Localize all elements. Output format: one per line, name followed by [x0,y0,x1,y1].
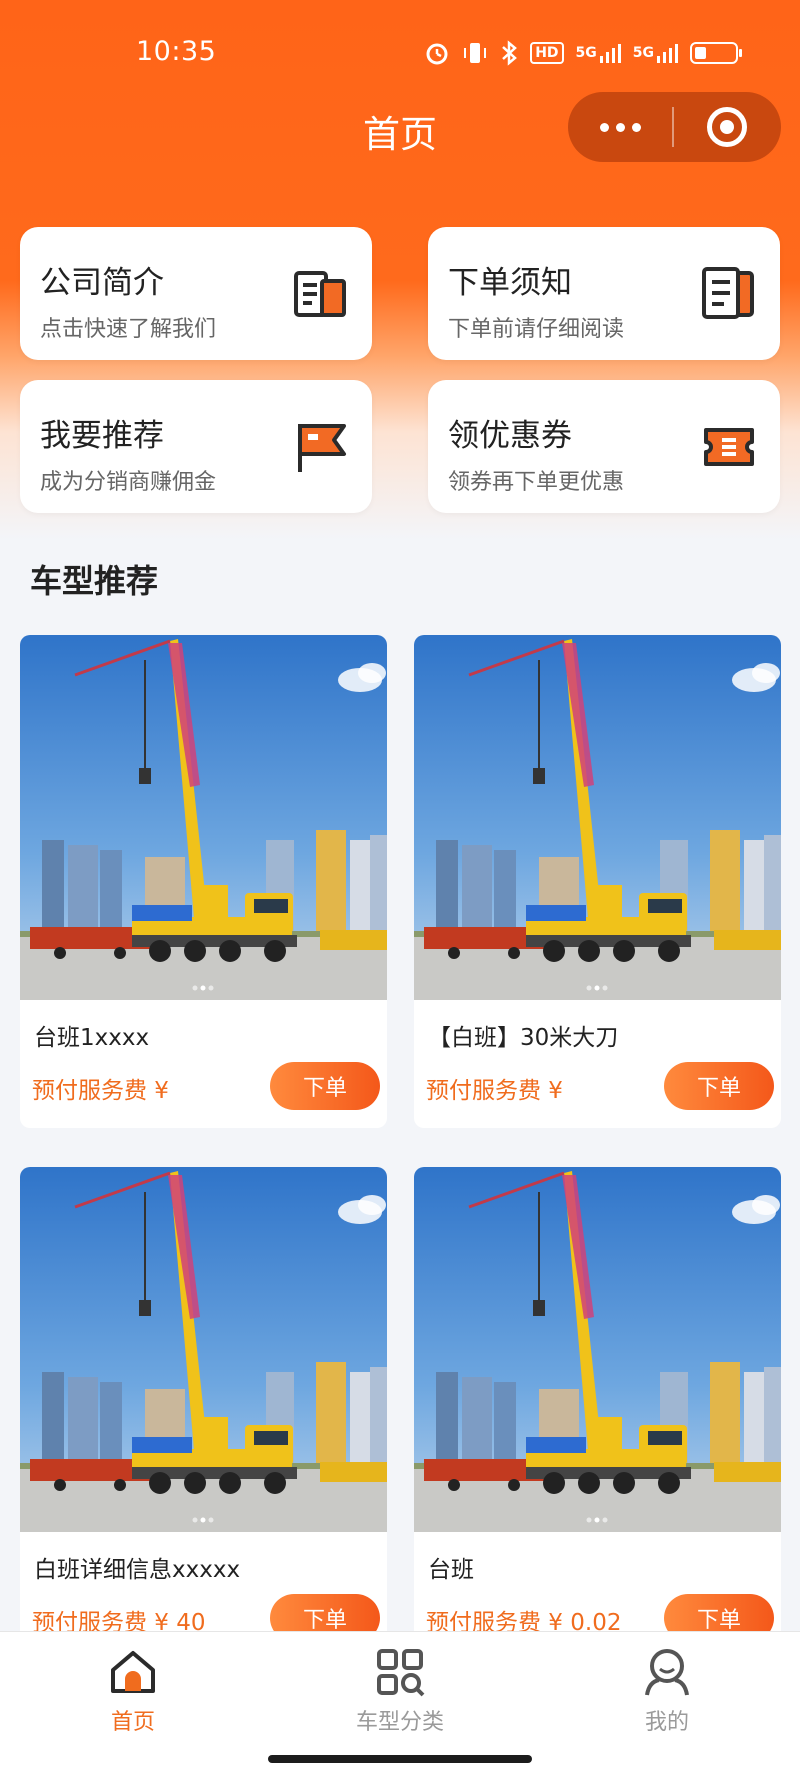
product-image[interactable] [414,635,781,1000]
tab-category[interactable]: 车型分类 [330,1646,470,1736]
product-image[interactable] [20,635,387,1000]
product-name: 台班 [428,1557,474,1583]
product-image[interactable] [20,1167,387,1532]
product-name: 台班1xxxx [34,1025,150,1051]
product-price: 预付服务费 ¥ [426,1078,563,1104]
section-title: 车型推荐 [30,562,159,600]
product-price: 预付服务费 ¥ [32,1078,169,1104]
shortcut-subtitle: 领券再下单更优惠 [448,470,625,495]
status-icons: HD 5G 5G [424,36,742,70]
hd-icon: HD [530,42,564,64]
more-dot-icon [615,122,625,132]
shortcut-company-intro[interactable]: 公司简介 点击快速了解我们 [20,227,372,360]
product-card[interactable]: 【白班】30米大刀 预付服务费 ¥ 下单 [414,635,781,1128]
product-image[interactable] [414,1167,781,1532]
category-icon [377,1649,425,1697]
product-card[interactable]: 白班详细信息xxxxx 预付服务费 ¥ 40 下单 [20,1167,387,1647]
document-icon [294,271,346,317]
shortcut-title: 下单须知 [448,265,572,301]
more-menu-button[interactable] [568,92,672,162]
shortcut-subtitle: 成为分销商赚佣金 [40,470,217,495]
shortcut-title: 公司简介 [40,265,164,301]
miniprogram-capsule [568,92,781,162]
coupon-icon [704,428,754,466]
target-icon [707,107,748,147]
alarm-icon [424,40,450,66]
tab-label: 首页 [110,1710,155,1735]
product-name: 白班详细信息xxxxx [34,1557,241,1583]
5g-signal-icon: 5G [576,42,621,64]
bluetooth-icon [500,40,518,66]
shortcut-title: 领优惠券 [448,418,572,454]
profile-icon [645,1649,689,1696]
status-time: 10:35 [136,36,217,67]
more-dot-icon [599,122,609,132]
home-icon [111,1651,155,1693]
more-dot-icon [631,122,641,132]
flag-icon [298,424,346,472]
shortcut-subtitle: 下单前请仔细阅读 [448,317,625,342]
tab-label: 我的 [644,1710,689,1735]
shortcut-title: 我要推荐 [40,418,164,454]
status-bar: 10:35 HD 5G 5G [0,0,800,100]
close-miniprogram-button[interactable] [674,107,782,147]
notice-document-icon [702,267,754,319]
5g-signal-icon: 5G [633,42,678,64]
order-button[interactable]: 下单 [664,1062,774,1110]
tab-home[interactable]: 首页 [63,1646,203,1736]
home-indicator [268,1755,532,1763]
tab-label: 车型分类 [355,1710,444,1735]
product-name: 【白班】30米大刀 [428,1025,619,1051]
shortcut-order-notice[interactable]: 下单须知 下单前请仔细阅读 [428,227,780,360]
battery-fill [695,47,706,59]
shortcut-coupon[interactable]: 领优惠券 领券再下单更优惠 [428,380,780,513]
product-card[interactable]: 台班1xxxx 预付服务费 ¥ 下单 [20,635,387,1128]
tab-profile[interactable]: 我的 [597,1646,737,1736]
battery-icon [690,42,742,64]
product-card[interactable]: 台班 预付服务费 ¥ 0.02 下单 [414,1167,781,1647]
order-button[interactable]: 下单 [270,1062,380,1110]
vibrate-icon [462,40,488,66]
shortcut-subtitle: 点击快速了解我们 [40,317,217,342]
shortcut-recommend[interactable]: 我要推荐 成为分销商赚佣金 [20,380,372,513]
